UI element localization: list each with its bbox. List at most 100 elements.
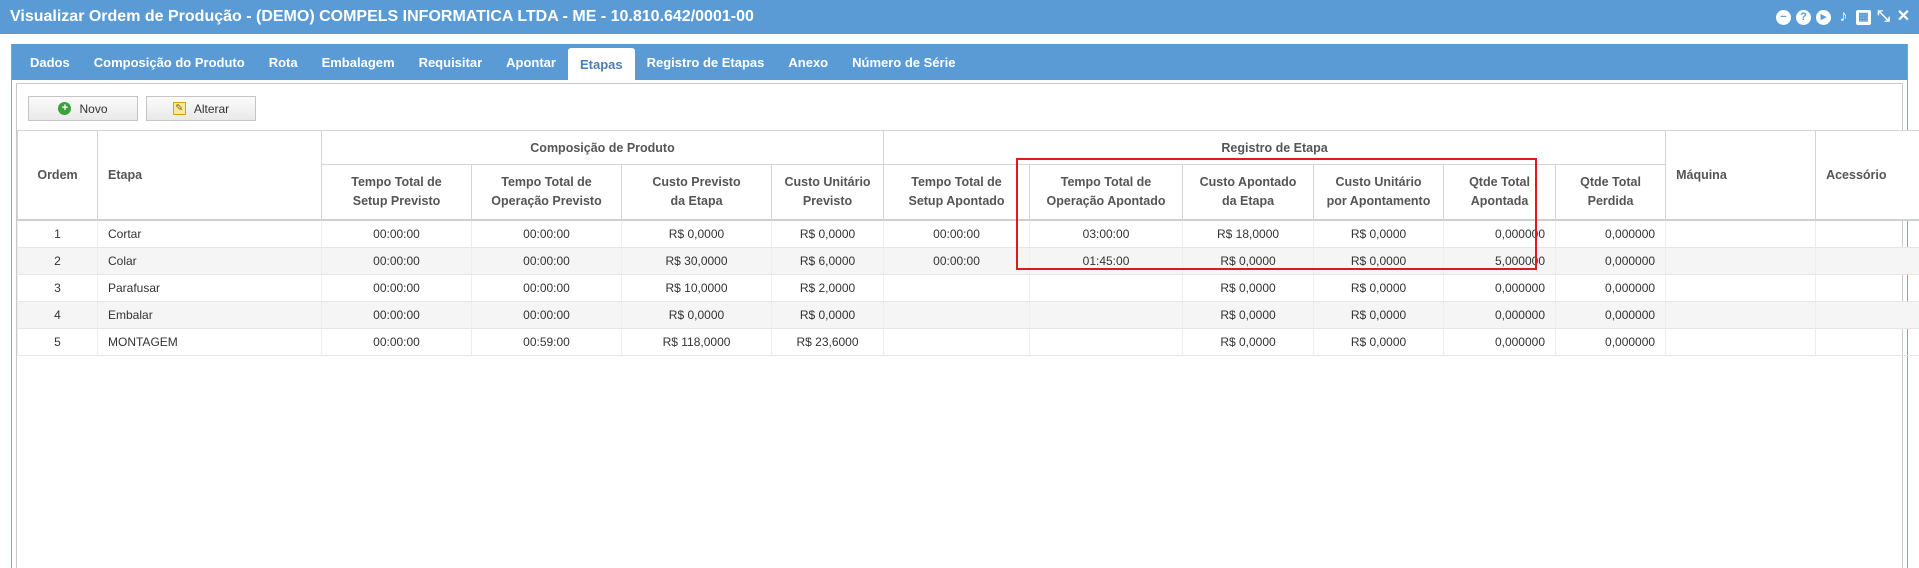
tab-etapas[interactable]: Etapas [567, 48, 635, 80]
header-line: Custo Unitário [784, 175, 871, 189]
cell-setup-previsto: 00:00:00 [321, 247, 472, 275]
table-row[interactable]: 4 Embalar 00:00:00 00:00:00 R$ 0,0000 R$… [17, 301, 1919, 329]
header-maquina[interactable]: Máquina [1665, 130, 1817, 221]
cell-ordem: 3 [17, 274, 98, 302]
cell-qtde-apontada: 0,000000 [1443, 274, 1557, 302]
cell-custo-previsto: R$ 30,0000 [621, 247, 772, 275]
cell-etapa: Embalar [97, 301, 322, 329]
header-custo-apontado[interactable]: Custo Apontado da Etapa [1182, 164, 1315, 221]
header-setup-apontado[interactable]: Tempo Total de Setup Apontado [883, 164, 1031, 221]
cell-acessorio [1815, 301, 1919, 329]
cell-acessorio [1815, 247, 1919, 275]
plus-icon: + [58, 102, 72, 115]
table-row[interactable]: 5 MONTAGEM 00:00:00 00:59:00 R$ 118,0000… [17, 328, 1919, 356]
shrink-icon[interactable]: ⤡ [1876, 9, 1891, 25]
cell-qtde-apontada: 0,000000 [1443, 219, 1557, 248]
tab-anexo[interactable]: Anexo [776, 44, 840, 80]
cell-operacao-apontado: 03:00:00 [1029, 219, 1184, 248]
edit-button-label: Alterar [193, 101, 230, 116]
header-line: da Etapa [1221, 194, 1275, 208]
cell-etapa: Parafusar [97, 274, 322, 302]
header-line: Qtde Total [1580, 175, 1641, 189]
header-custo-unitario-apontamento[interactable]: Custo Unitário por Apontamento [1313, 164, 1445, 221]
cell-ordem: 2 [17, 247, 98, 275]
header-qtde-apontada[interactable]: Qtde Total Apontada [1443, 164, 1557, 221]
header-operacao-previsto[interactable]: Tempo Total de Operação Previsto [471, 164, 622, 221]
cell-acessorio [1815, 274, 1919, 302]
cell-ordem: 5 [17, 328, 98, 356]
header-line: Operação Apontado [1046, 194, 1166, 208]
help-icon[interactable]: ? [1796, 9, 1811, 25]
cell-qtde-perdida: 0,000000 [1555, 301, 1667, 329]
cell-custo-unitario-apontamento: R$ 0,0000 [1313, 247, 1445, 275]
cell-setup-apontado [883, 328, 1031, 356]
edit-button[interactable]: ✎ Alterar [146, 96, 256, 121]
cell-setup-previsto: 00:00:00 [321, 219, 472, 248]
cell-custo-unitario-previsto: R$ 0,0000 [770, 301, 885, 329]
header-line: Custo Unitário [1335, 175, 1422, 189]
header-line: Operação Previsto [491, 194, 602, 208]
header-ordem[interactable]: Ordem [17, 130, 98, 221]
header-custo-unitario-previsto[interactable]: Custo Unitário Previsto [770, 164, 885, 221]
minus-icon[interactable]: − [1776, 9, 1791, 25]
new-button[interactable]: + Novo [28, 96, 138, 121]
cell-setup-apontado: 00:00:00 [883, 247, 1031, 275]
calendar-icon[interactable]: ▦ [1856, 9, 1871, 25]
cell-custo-unitario-previsto: R$ 0,0000 [770, 219, 885, 248]
tab-requisitar[interactable]: Requisitar [407, 44, 495, 80]
cell-custo-previsto: R$ 10,0000 [621, 274, 772, 302]
cell-custo-previsto: R$ 0,0000 [621, 219, 772, 248]
table-row[interactable]: 1 Cortar 00:00:00 00:00:00 R$ 0,0000 R$ … [17, 219, 1919, 248]
header-setup-previsto[interactable]: Tempo Total de Setup Previsto [321, 164, 472, 221]
header-line: Custo Apontado [1199, 175, 1297, 189]
cell-etapa: Colar [97, 247, 322, 275]
cell-custo-apontado: R$ 0,0000 [1182, 274, 1315, 302]
cell-custo-unitario-apontamento: R$ 0,0000 [1313, 301, 1445, 329]
cell-acessorio [1815, 328, 1919, 356]
header-line: Tempo Total de [501, 175, 592, 189]
window-titlebar: Visualizar Ordem de Produção - (DEMO) CO… [0, 0, 1919, 34]
close-icon[interactable]: ✕ [1896, 9, 1911, 25]
cell-ordem: 4 [17, 301, 98, 329]
cell-qtde-apontada: 5,000000 [1443, 247, 1557, 275]
bell-icon[interactable]: ♪ [1836, 9, 1851, 25]
cell-custo-unitario-apontamento: R$ 0,0000 [1313, 328, 1445, 356]
header-line: por Apontamento [1326, 194, 1431, 208]
header-line: Apontada [1470, 194, 1529, 208]
etapas-table: Ordem Etapa Composição de Produto Regist… [17, 130, 1919, 356]
cell-operacao-previsto: 00:00:00 [471, 247, 622, 275]
play-icon[interactable]: ▸ [1816, 9, 1831, 25]
cell-etapa: MONTAGEM [97, 328, 322, 356]
cell-custo-unitario-previsto: R$ 23,6000 [770, 328, 885, 356]
cell-qtde-perdida: 0,000000 [1555, 274, 1667, 302]
cell-setup-previsto: 00:00:00 [321, 301, 472, 329]
window-controls: − ? ▸ ♪ ▦ ⤡ ✕ [1776, 9, 1911, 25]
header-line: Tempo Total de [911, 175, 1002, 189]
header-custo-previsto[interactable]: Custo Previsto da Etapa [621, 164, 772, 221]
cell-custo-apontado: R$ 0,0000 [1182, 328, 1315, 356]
cell-qtde-perdida: 0,000000 [1555, 219, 1667, 248]
tab-embalagem[interactable]: Embalagem [310, 44, 407, 80]
toolbar: + Novo ✎ Alterar [28, 96, 256, 121]
tab-numero-de-serie[interactable]: Número de Série [840, 44, 967, 80]
header-acessorio[interactable]: Acessório [1815, 130, 1919, 221]
tab-registro-de-etapas[interactable]: Registro de Etapas [635, 44, 777, 80]
table-row[interactable]: 3 Parafusar 00:00:00 00:00:00 R$ 10,0000… [17, 274, 1919, 302]
cell-custo-unitario-previsto: R$ 6,0000 [770, 247, 885, 275]
cell-qtde-perdida: 0,000000 [1555, 247, 1667, 275]
tab-dados[interactable]: Dados [18, 44, 82, 80]
table-row[interactable]: 2 Colar 00:00:00 00:00:00 R$ 30,0000 R$ … [17, 247, 1919, 275]
header-etapa[interactable]: Etapa [97, 130, 322, 221]
cell-operacao-apontado [1029, 274, 1184, 302]
header-line: da Etapa [670, 194, 723, 208]
header-line: Setup Apontado [908, 194, 1005, 208]
header-qtde-perdida[interactable]: Qtde Total Perdida [1555, 164, 1667, 221]
header-operacao-apontado[interactable]: Tempo Total de Operação Apontado [1029, 164, 1184, 221]
cell-maquina [1665, 219, 1817, 248]
tab-composicao-do-produto[interactable]: Composição do Produto [82, 44, 257, 80]
header-line: Tempo Total de [1060, 175, 1152, 189]
tab-apontar[interactable]: Apontar [494, 44, 568, 80]
cell-custo-apontado: R$ 0,0000 [1182, 301, 1315, 329]
new-button-label: Novo [79, 101, 108, 116]
tab-rota[interactable]: Rota [257, 44, 310, 80]
